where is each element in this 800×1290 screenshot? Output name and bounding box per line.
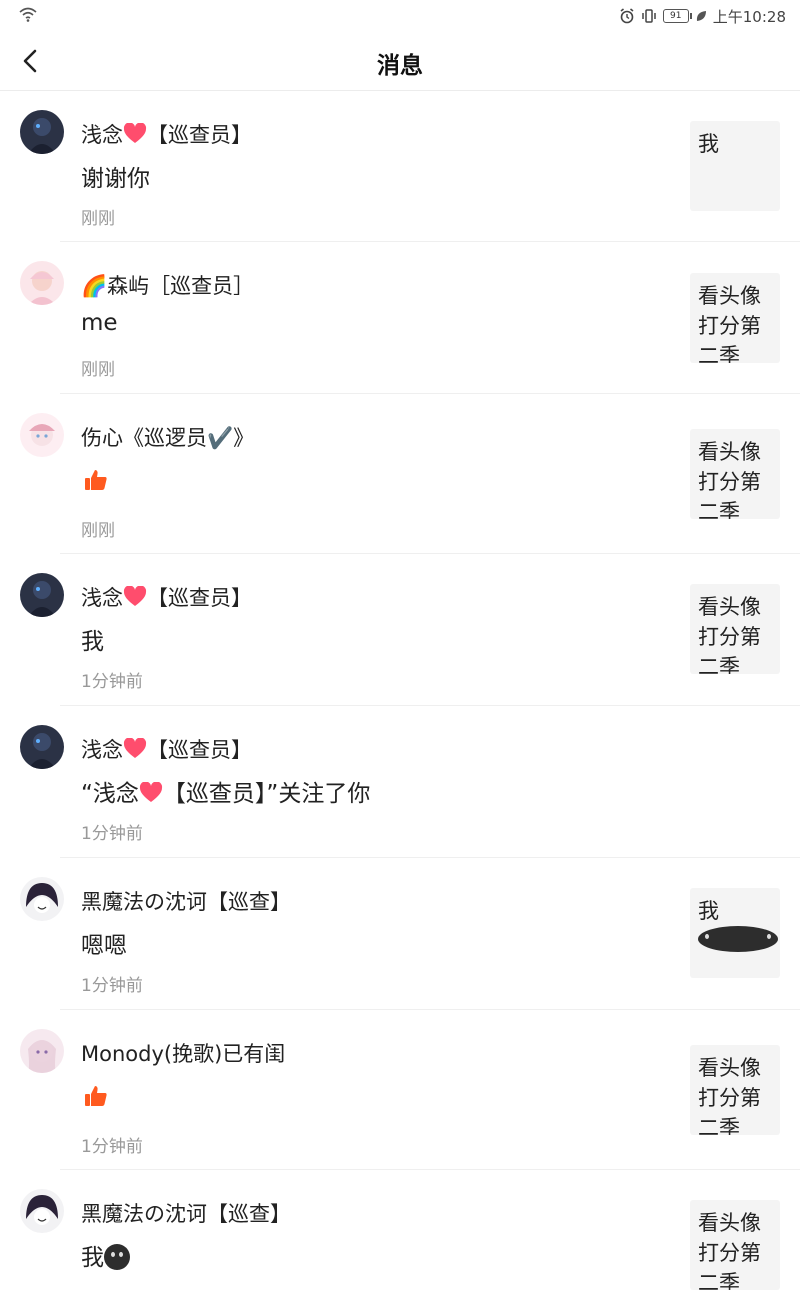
heart-icon: [123, 738, 147, 758]
post-thumbnail[interactable]: 看头像打分第二季: [690, 1200, 780, 1290]
header: 消息: [0, 32, 800, 91]
page-title: 消息: [377, 53, 423, 79]
message-text: 谢谢你: [81, 166, 150, 192]
sender-name: 浅念 【巡查员】: [81, 586, 252, 610]
avatar[interactable]: [20, 413, 64, 457]
message-item[interactable]: 浅念 【巡查员】 谢谢你 刚刚 我: [0, 91, 800, 242]
avatar[interactable]: [20, 573, 64, 617]
message-item[interactable]: 浅念 【巡查员】 “浅念 【巡查员】”关注了你 1分钟前: [0, 706, 800, 858]
message-text: 我: [81, 629, 104, 655]
sender-name: 黑魔法の沈诃【巡查】: [81, 890, 291, 914]
message-item[interactable]: 黑魔法の沈诃【巡查】 嗯嗯 1分钟前 我: [0, 858, 800, 1010]
sender-name: 🌈森屿［巡查员］: [81, 274, 255, 298]
sender-name: 黑魔法の沈诃【巡查】: [81, 1202, 291, 1226]
message-time: 1分钟前: [81, 672, 143, 692]
message-item[interactable]: 浅念 【巡查员】 我 1分钟前 看头像打分第二季: [0, 554, 800, 706]
message-time: 1分钟前: [81, 976, 143, 996]
post-thumbnail[interactable]: 看头像打分第二季: [690, 273, 780, 363]
like-icon: [85, 470, 107, 490]
sender-name: 伤心《巡逻员✔️》: [81, 426, 255, 450]
avatar[interactable]: [20, 725, 64, 769]
sender-name: Monody(挽歌)已有闺: [81, 1042, 286, 1066]
sender-name: 浅念 【巡查员】: [81, 123, 252, 147]
message-text: “浅念 【巡查员】”关注了你: [81, 781, 371, 807]
status-bar: 91 上午10:28: [0, 0, 800, 32]
wifi-icon: [19, 7, 37, 22]
post-thumbnail[interactable]: 看头像打分第二季: [690, 1045, 780, 1135]
message-text: 嗯嗯: [81, 933, 127, 959]
post-thumbnail[interactable]: 看头像打分第二季: [690, 429, 780, 519]
message-item[interactable]: Monody(挽歌)已有闺 1分钟前 看头像打分第二季: [0, 1010, 800, 1170]
avatar[interactable]: [20, 1189, 64, 1233]
smiley-icon: [698, 926, 778, 952]
message-item[interactable]: 🌈森屿［巡查员］ me 刚刚 看头像打分第二季: [0, 242, 800, 394]
post-thumbnail[interactable]: 我: [690, 888, 780, 978]
like-icon: [85, 1086, 107, 1106]
post-thumbnail[interactable]: 看头像打分第二季: [690, 584, 780, 674]
sender-name: 浅念 【巡查员】: [81, 738, 252, 762]
post-thumbnail[interactable]: 我: [690, 121, 780, 211]
heart-icon: [123, 123, 147, 143]
heart-icon: [139, 782, 162, 802]
message-text: me: [81, 310, 118, 336]
message-item[interactable]: 伤心《巡逻员✔️》 刚刚 看头像打分第二季: [0, 394, 800, 554]
message-time: 刚刚: [81, 209, 115, 229]
leaf-icon: [696, 11, 706, 21]
vibrate-icon: [642, 9, 656, 23]
message-time: 刚刚: [81, 360, 115, 380]
avatar[interactable]: [20, 877, 64, 921]
message-time: 1分钟前: [81, 824, 143, 844]
battery-icon: 91: [662, 9, 692, 23]
message-time: 1分钟前: [81, 1137, 143, 1157]
avatar[interactable]: [20, 110, 64, 154]
smiley-icon: [104, 1244, 130, 1270]
avatar[interactable]: [20, 261, 64, 305]
message-text: 我: [81, 1238, 130, 1272]
message-time: 刚刚: [81, 521, 115, 541]
heart-icon: [123, 586, 147, 606]
avatar[interactable]: [20, 1029, 64, 1073]
status-time: 上午10:28: [712, 7, 786, 26]
message-item[interactable]: 黑魔法の沈诃【巡查】 我 看头像打分第二季: [0, 1170, 800, 1290]
alarm-icon: [620, 8, 634, 24]
